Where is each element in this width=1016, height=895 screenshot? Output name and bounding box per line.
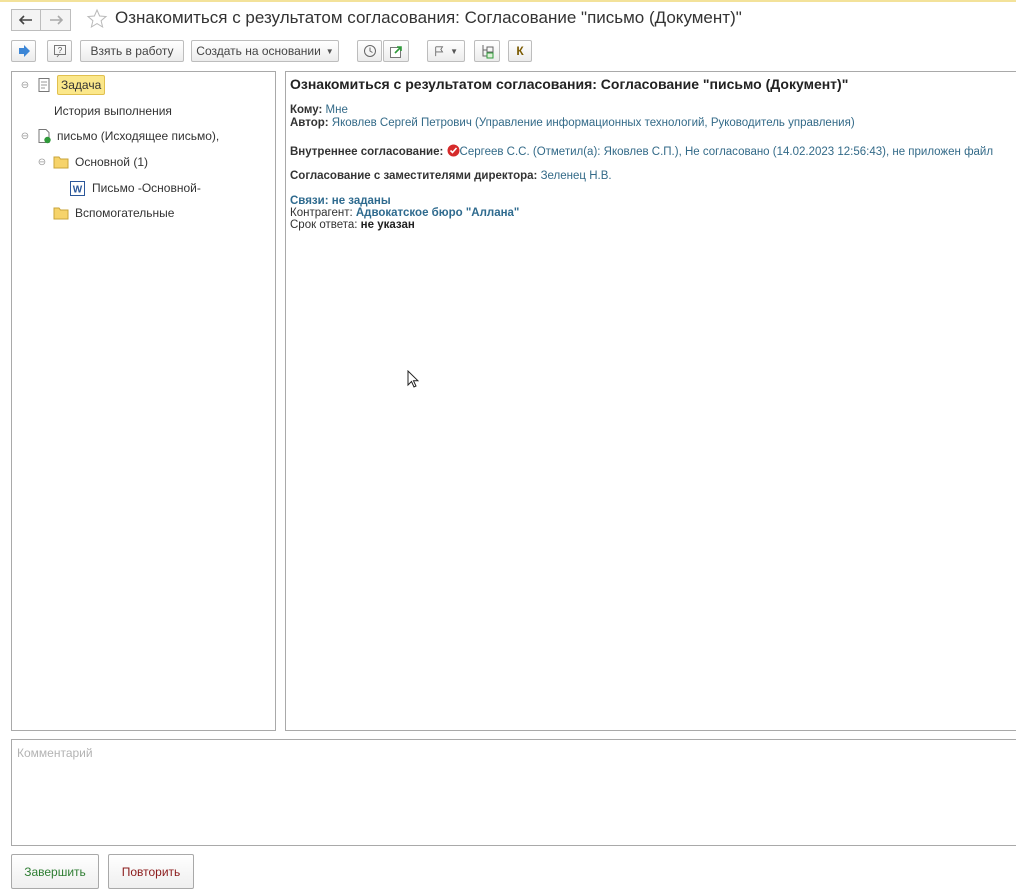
collapse-icon[interactable]: ⊖ xyxy=(35,157,49,168)
tree-item-label: Вспомогательные xyxy=(75,206,175,220)
document-icon xyxy=(38,78,50,92)
task-heading: Ознакомиться с результатом согласования:… xyxy=(290,76,849,92)
create-based-on-button[interactable]: Создать на основании ▼ xyxy=(191,40,339,62)
deputies-approval-line: Согласование с заместителями директора: … xyxy=(290,170,612,182)
tree-structure-icon xyxy=(482,44,493,58)
deputies-approval-link[interactable]: Зеленец Н.В. xyxy=(541,170,612,182)
tree-item-main-folder[interactable]: ⊖ Основной (1) xyxy=(35,152,148,172)
tree-item-label: Задача xyxy=(57,75,106,95)
blue-arrow-icon xyxy=(18,45,30,57)
folder-icon xyxy=(53,156,69,169)
tree-item-file[interactable]: W Письмо -Основной- xyxy=(70,178,201,198)
author-link[interactable]: Яковлев Сергей Петрович (Управление инфо… xyxy=(332,117,855,129)
mouse-cursor-icon xyxy=(407,369,420,391)
take-to-work-button[interactable]: Взять в работу xyxy=(80,40,184,62)
tree-item-aux-folder[interactable]: Вспомогательные xyxy=(53,203,174,223)
deadline-line: Срок ответа: не указан xyxy=(290,219,415,231)
deadline-label: Срок ответа: xyxy=(290,219,358,231)
complete-button[interactable]: Завершить xyxy=(11,854,99,889)
to-link[interactable]: Мне xyxy=(326,104,348,116)
green-export-icon xyxy=(389,45,402,58)
counterparty-link[interactable]: Адвокатское бюро "Аллана" xyxy=(356,207,520,219)
execute-button[interactable] xyxy=(11,40,36,62)
internal-approval-line: Внутреннее согласование: Сергеев С.С. (О… xyxy=(290,144,993,158)
svg-text:W: W xyxy=(73,184,83,195)
question-icon: ? xyxy=(53,45,66,58)
internal-approval-label: Внутреннее согласование: xyxy=(290,146,444,158)
comment-placeholder: Комментарий xyxy=(17,746,93,760)
back-button[interactable] xyxy=(11,9,41,31)
outgoing-letter-icon xyxy=(38,129,51,144)
window-top-accent xyxy=(0,0,1016,2)
deputies-approval-label: Согласование с заместителями директора: xyxy=(290,170,538,182)
tree-item-label: Письмо -Основной- xyxy=(92,181,201,195)
folder-icon xyxy=(53,207,69,220)
author-line: Автор: Яковлев Сергей Петрович (Управлен… xyxy=(290,117,855,129)
collapse-icon[interactable]: ⊖ xyxy=(18,80,32,91)
arrow-left-icon xyxy=(19,15,32,25)
tree-item-label: Основной (1) xyxy=(75,155,149,169)
window-title: Ознакомиться с результатом согласования:… xyxy=(115,8,742,27)
create-based-on-label: Создать на основании xyxy=(196,44,321,58)
forward-button[interactable] xyxy=(41,9,71,31)
flag-icon xyxy=(435,45,444,56)
links-line: Связи: не заданы xyxy=(290,195,391,207)
task-tree-panel: ⊖ Задача История выполнения ⊖ письмо (Ис… xyxy=(11,71,276,731)
task-details-panel: Ознакомиться с результатом согласования:… xyxy=(285,71,1016,731)
counterparty-line: Контрагент: Адвокатское бюро "Аллана" xyxy=(290,207,519,219)
repeat-button[interactable]: Повторить xyxy=(108,854,194,889)
chevron-down-icon: ▼ xyxy=(450,46,458,56)
to-line: Кому: Мне xyxy=(290,104,348,116)
collapse-icon[interactable]: ⊖ xyxy=(18,131,32,142)
author-label: Автор: xyxy=(290,117,329,129)
tree-item-task[interactable]: ⊖ Задача xyxy=(18,75,106,95)
counterparty-label: Контрагент: xyxy=(290,207,353,219)
k-button[interactable]: К xyxy=(508,40,532,62)
deadline-value: не указан xyxy=(360,219,415,231)
favorite-star-icon[interactable] xyxy=(86,8,108,33)
export-button[interactable] xyxy=(383,40,409,62)
question-button[interactable]: ? xyxy=(47,40,72,62)
comment-field[interactable]: Комментарий xyxy=(11,739,1016,846)
red-check-icon xyxy=(447,144,460,157)
history-button[interactable] xyxy=(357,40,382,62)
navigation-group xyxy=(11,9,71,31)
word-file-icon: W xyxy=(70,180,85,196)
flag-button[interactable]: ▼ xyxy=(427,40,465,62)
tree-item-letter[interactable]: ⊖ письмо (Исходящее письмо), xyxy=(18,126,219,146)
clock-icon xyxy=(363,45,376,57)
chevron-down-icon: ▼ xyxy=(325,46,334,56)
tree-item-history[interactable]: История выполнения xyxy=(54,101,172,121)
internal-approval-link[interactable]: Сергеев С.С. (Отметил(а): Яковлев С.П.),… xyxy=(460,146,994,158)
svg-text:?: ? xyxy=(57,46,62,55)
tree-item-label: История выполнения xyxy=(54,104,172,118)
tree-item-label: письмо (Исходящее письмо), xyxy=(57,129,220,143)
to-label: Кому: xyxy=(290,104,323,116)
links-link[interactable]: Связи: не заданы xyxy=(290,195,391,207)
structure-button[interactable] xyxy=(474,40,500,62)
arrow-right-icon xyxy=(49,15,63,25)
